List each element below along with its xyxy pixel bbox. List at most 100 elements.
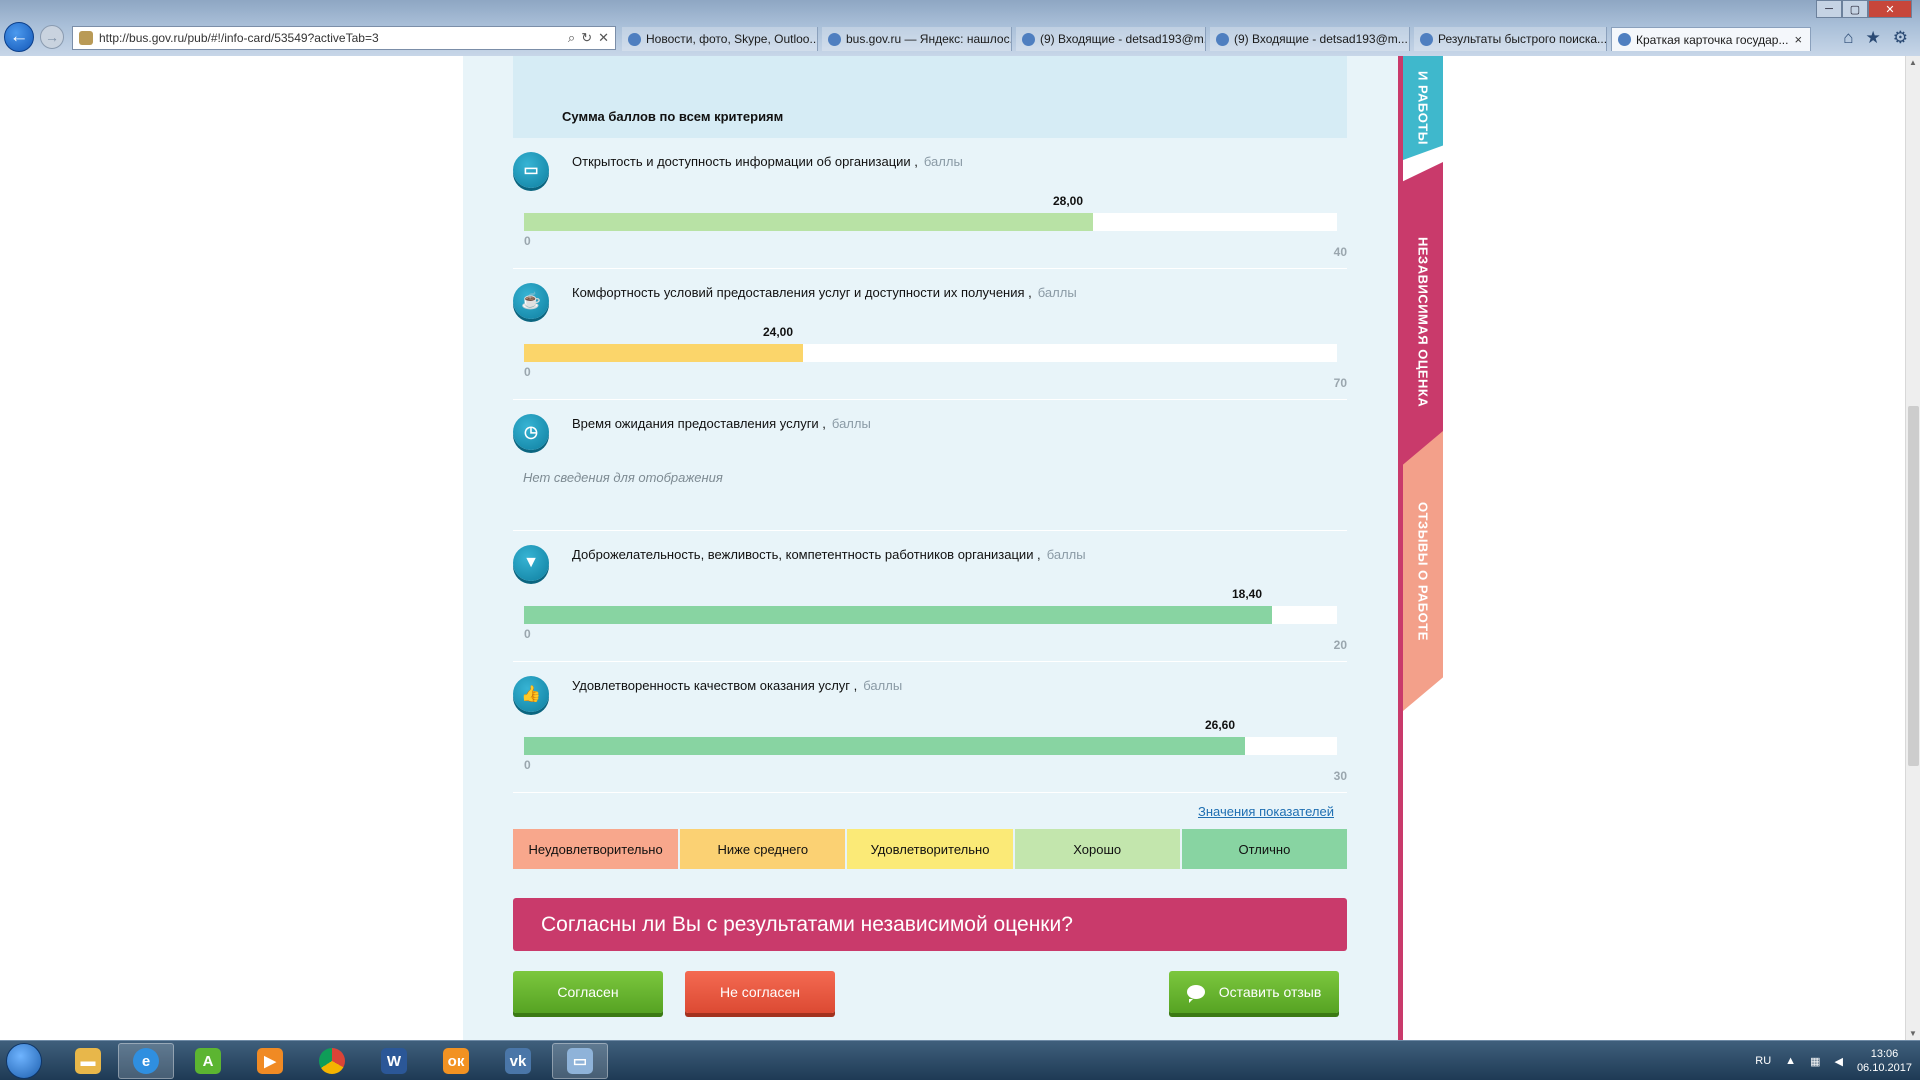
score-max-label: 30 [1333, 769, 1347, 783]
score-value-label: 26,60 [1205, 718, 1236, 732]
criterion-title: Открытость и доступность информации об о… [572, 154, 963, 169]
rating-level: Удовлетворительно [847, 829, 1013, 869]
address-bar[interactable]: http://bus.gov.ru/pub/#!/info-card/53549… [72, 26, 616, 50]
side-tab-independent-assessment[interactable]: НЕЗАВИСИМАЯ ОЦЕНКА [1403, 162, 1443, 482]
forward-button[interactable]: → [40, 25, 64, 49]
chrome-icon [319, 1048, 345, 1074]
agree-button[interactable]: Согласен [513, 971, 663, 1013]
browser-tab[interactable]: Новости, фото, Skype, Outloo... [622, 27, 818, 51]
minimize-icon[interactable]: ─ [1816, 0, 1842, 18]
tab-close-icon[interactable]: × [1794, 32, 1802, 47]
tab-label: Краткая карточка государ... [1636, 32, 1789, 47]
close-window-icon[interactable]: ✕ [1868, 0, 1912, 18]
criterion-unit: баллы [863, 678, 903, 693]
agreement-question-banner: Согласны ли Вы с результатами независимо… [513, 898, 1347, 951]
scroll-thumb[interactable] [1908, 406, 1919, 766]
system-tray: RU ▲ ▦ ◀ 13:06 06.10.2017 [1755, 1041, 1912, 1080]
indicator-values-link[interactable]: Значения показателей [1198, 804, 1334, 819]
volume-icon[interactable]: ◀ [1834, 1055, 1842, 1068]
criterion-title-text: Открытость и доступность информации об о… [572, 154, 918, 169]
tab-label: bus.gov.ru — Яндекс: нашлос... [846, 32, 1012, 46]
language-indicator[interactable]: RU [1755, 1055, 1771, 1067]
criterion-title-text: Комфортность условий предоставления услу… [572, 285, 1032, 300]
clock-time: 13:06 [1870, 1048, 1899, 1060]
taskbar: ▬ e A ▶ W ок vk ▭ RU ▲ ▦ ◀ 13:06 06.10.2… [0, 1040, 1920, 1080]
browser-tab[interactable]: Краткая карточка государ... × [1611, 27, 1811, 51]
criterion-row: ▭ Открытость и доступность информации об … [513, 138, 1347, 269]
taskbar-explorer[interactable]: ▬ [60, 1043, 116, 1079]
score-value-label: 18,40 [1232, 587, 1263, 601]
network-icon[interactable]: ▦ [1810, 1055, 1820, 1068]
home-icon[interactable]: ⌂ [1843, 28, 1853, 48]
disagree-button[interactable]: Не согласен [685, 971, 835, 1013]
clock-icon: ◷ [513, 414, 549, 450]
side-accent-line [1398, 56, 1403, 1040]
clock[interactable]: 13:06 06.10.2017 [1857, 1047, 1912, 1075]
search-icon[interactable]: ⌕ [568, 30, 575, 46]
score-bar-fill [524, 606, 1272, 624]
tab-favicon-icon [628, 32, 641, 46]
tab-label: (9) Входящие - detsad193@m... [1040, 32, 1206, 46]
start-button[interactable] [6, 1043, 42, 1079]
odnoklassniki-icon: ок [443, 1048, 469, 1074]
taskbar-app-a[interactable]: A [180, 1043, 236, 1079]
favorites-star-icon[interactable]: ★ [1866, 28, 1881, 48]
vertical-scrollbar[interactable]: ▲ ▼ [1905, 56, 1920, 1040]
taskbar-word[interactable]: W [366, 1043, 422, 1079]
window-controls: ─ ▢ ✕ [1816, 0, 1912, 18]
clock-date: 06.10.2017 [1856, 1062, 1912, 1074]
rating-scale-legend: Неудовлетворительно Ниже среднего Удовлетв… [513, 829, 1348, 869]
word-icon: W [381, 1048, 407, 1074]
scroll-down-icon[interactable]: ▼ [1909, 1029, 1917, 1038]
leave-review-button[interactable]: Оставить отзыв [1169, 971, 1339, 1013]
browser-tab[interactable]: (9) Входящие - detsad193@m... [1210, 27, 1410, 51]
browser-tab[interactable]: Результаты быстрого поиска... [1414, 27, 1607, 51]
arrow-right-icon: → [45, 29, 59, 45]
maximize-icon[interactable]: ▢ [1842, 0, 1868, 18]
taskbar-chrome[interactable] [304, 1043, 360, 1079]
content-column: Сумма баллов по всем критериям ▭ Открытос… [463, 56, 1401, 1040]
criterion-unit: баллы [923, 154, 963, 169]
browser-tab[interactable]: (9) Входящие - detsad193@m... [1016, 27, 1206, 51]
tray-arrow-icon[interactable]: ▲ [1785, 1055, 1796, 1067]
browser-toolbar: ← → http://bus.gov.ru/pub/#!/info-card/5… [0, 0, 1920, 56]
side-tab-reviews[interactable]: ОТЗЫВЫ О РАБОТЕ [1403, 431, 1443, 711]
stop-icon[interactable]: ✕ [598, 30, 609, 46]
chat-bubble-icon [1186, 985, 1205, 1003]
cup-icon: ☕ [513, 283, 549, 319]
criterion-unit: баллы [1046, 547, 1086, 562]
leave-review-label: Оставить отзыв [1218, 984, 1322, 1000]
taskbar-vk[interactable]: vk [490, 1043, 546, 1079]
score-max-label: 40 [1333, 245, 1347, 259]
header-band [513, 56, 1347, 94]
browser-tab[interactable]: bus.gov.ru — Яндекс: нашлос... [822, 27, 1012, 51]
score-bar-track [524, 737, 1337, 755]
criterion-unit: баллы [831, 416, 871, 431]
a-letter-icon: A [195, 1048, 221, 1074]
scroll-up-icon[interactable]: ▲ [1909, 58, 1917, 67]
taskbar-media-player[interactable]: ▶ [242, 1043, 298, 1079]
taskbar-internet-explorer[interactable]: e [118, 1043, 174, 1079]
side-tab-work[interactable]: И РАБОТЫ [1403, 56, 1443, 160]
criterion-title: Время ожидания предоставления услуги , ба… [572, 416, 871, 431]
score-value-label: 24,00 [763, 325, 794, 339]
criterion-row: ◷ Время ожидания предоставления услуги , б… [513, 400, 1347, 531]
score-bar-track [524, 606, 1337, 624]
criterion-title-text: Время ожидания предоставления услуги , [572, 416, 826, 431]
refresh-icon[interactable]: ↻ [581, 30, 592, 46]
criterion-row: ▼ Доброжелательность, вежливость, компете… [513, 531, 1347, 662]
criterion-title-text: Доброжелательность, вежливость, компетен… [572, 547, 1041, 562]
criterion-unit: баллы [1037, 285, 1077, 300]
monitor-icon: ▭ [513, 152, 549, 188]
rating-level: Хорошо [1014, 829, 1180, 869]
back-button[interactable]: ← [4, 22, 34, 52]
vk-icon: vk [505, 1048, 531, 1074]
score-min-label: 0 [524, 627, 531, 641]
score-max-label: 70 [1333, 376, 1347, 390]
tie-icon: ▼ [513, 545, 549, 581]
taskbar-window-preview[interactable]: ▭ [552, 1043, 608, 1079]
settings-gear-icon[interactable]: ⚙ [1893, 28, 1908, 48]
url-text[interactable]: http://bus.gov.ru/pub/#!/info-card/53549… [99, 31, 568, 45]
window-preview-icon: ▭ [567, 1048, 593, 1074]
taskbar-odnoklassniki[interactable]: ок [428, 1043, 484, 1079]
